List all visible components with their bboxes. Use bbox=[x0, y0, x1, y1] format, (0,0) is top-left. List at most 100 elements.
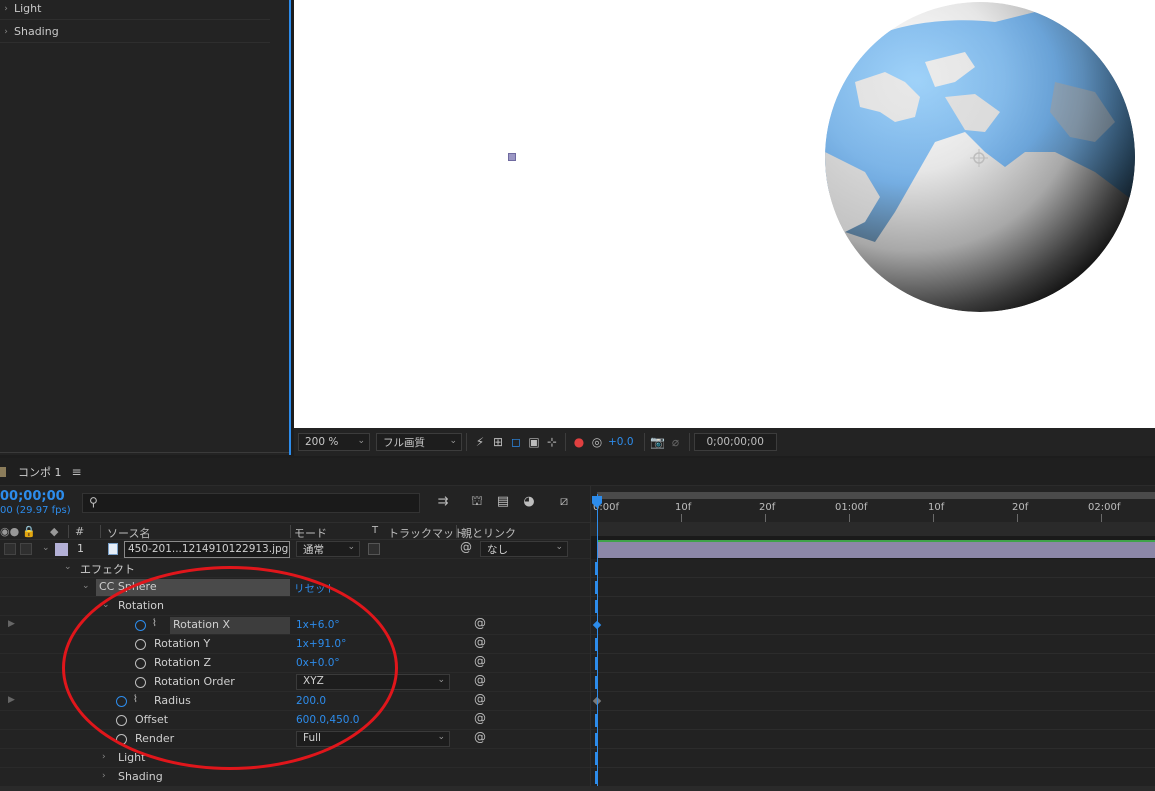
anchor-point-handle[interactable] bbox=[508, 153, 516, 161]
zoom-select[interactable]: 200 % ⌄ bbox=[298, 433, 370, 451]
search-icon: ⚲ bbox=[89, 495, 98, 509]
timeline-graph-area[interactable]: 0:00f 10f 20f 01:00f 10f 20f 02:00f bbox=[590, 486, 1155, 791]
reset-link[interactable]: リセット bbox=[294, 581, 336, 596]
graph-editor-icon[interactable]: ⧄ bbox=[555, 494, 573, 512]
mask-path-icon[interactable]: ◻ bbox=[507, 433, 525, 451]
track-light bbox=[591, 749, 1155, 768]
channels-icon[interactable]: ● bbox=[570, 433, 588, 451]
property-value[interactable]: 200.0 bbox=[296, 695, 326, 707]
property-label: Shading bbox=[118, 770, 163, 783]
ruler-label: 02:00f bbox=[1088, 502, 1121, 513]
exposure-value[interactable]: +0.0 bbox=[608, 436, 634, 448]
chevron-right-icon[interactable]: › bbox=[0, 27, 12, 37]
property-highlight[interactable]: Rotation X bbox=[170, 617, 290, 634]
property-row-rotation-z[interactable]: Rotation Z 0x+0.0° @ bbox=[0, 654, 590, 673]
pickwhip-icon[interactable]: @ bbox=[474, 635, 486, 649]
stopwatch-icon[interactable] bbox=[116, 696, 127, 707]
property-row-radius[interactable]: ▶ ⌇ Radius 200.0 @ bbox=[0, 692, 590, 711]
layer-name-field[interactable]: 450-201...1214910122913.jpg bbox=[124, 541, 290, 558]
keyframe-nav-icon[interactable]: ▶ bbox=[8, 695, 15, 705]
effects-group-row[interactable]: ⌄ エフェクト bbox=[0, 559, 590, 578]
show-snapshot-icon[interactable]: ⌀ bbox=[667, 433, 685, 451]
stopwatch-icon[interactable] bbox=[116, 734, 127, 745]
chevron-right-icon[interactable]: › bbox=[0, 4, 12, 14]
render-select[interactable]: Full ⌄ bbox=[296, 731, 450, 747]
property-row-render[interactable]: Render Full ⌄ @ bbox=[0, 730, 590, 749]
pickwhip-icon[interactable]: @ bbox=[474, 673, 486, 687]
exposure-reset-icon[interactable]: ◎ bbox=[588, 433, 606, 451]
chevron-down-icon[interactable]: ⌄ bbox=[82, 581, 90, 591]
transparency-grid-icon[interactable]: ⊞ bbox=[489, 433, 507, 451]
pickwhip-icon[interactable]: @ bbox=[474, 616, 486, 630]
track-matte-toggle[interactable] bbox=[368, 543, 380, 555]
col-parent[interactable]: 親とリンク bbox=[461, 525, 516, 541]
guides-icon[interactable]: ⊹ bbox=[543, 433, 561, 451]
chevron-down-icon[interactable]: ⌄ bbox=[64, 562, 72, 572]
layer-search-input[interactable]: ⚲ bbox=[82, 493, 420, 513]
col-mode[interactable]: モード bbox=[294, 525, 327, 541]
effect-row-cc-sphere[interactable]: ⌄ CC Sphere リセット bbox=[0, 578, 590, 597]
property-group-light[interactable]: › Light bbox=[0, 749, 590, 768]
stopwatch-icon[interactable] bbox=[116, 715, 127, 726]
property-value[interactable]: 1x+6.0° bbox=[296, 619, 340, 631]
property-row-rotation-x[interactable]: ▶ ⌇ Rotation X 1x+6.0° @ bbox=[0, 616, 590, 635]
chevron-down-icon: ⌄ bbox=[347, 542, 355, 552]
rotation-order-select[interactable]: XYZ ⌄ bbox=[296, 674, 450, 690]
col-source-name[interactable]: ソース名 bbox=[107, 525, 150, 541]
stopwatch-icon[interactable] bbox=[135, 677, 146, 688]
left-item-shading[interactable]: › Shading bbox=[0, 21, 270, 43]
crosshair-icon[interactable] bbox=[970, 149, 988, 167]
camera-icon[interactable]: 📷 bbox=[649, 433, 667, 451]
layer-duration-bar[interactable] bbox=[597, 540, 1155, 558]
chevron-right-icon[interactable]: › bbox=[102, 771, 106, 781]
region-of-interest-icon[interactable]: ▣ bbox=[525, 433, 543, 451]
chevron-down-icon[interactable]: ⌄ bbox=[42, 543, 50, 553]
pickwhip-icon[interactable]: @ bbox=[474, 711, 486, 725]
shy-layers-icon[interactable]: ⛫ bbox=[468, 494, 486, 512]
property-group-shading[interactable]: › Shading bbox=[0, 768, 590, 787]
solo-switch[interactable] bbox=[20, 543, 32, 555]
property-row-offset[interactable]: Offset 600.0,450.0 @ bbox=[0, 711, 590, 730]
left-item-light[interactable]: › Light bbox=[0, 0, 270, 20]
stopwatch-icon[interactable] bbox=[135, 639, 146, 650]
graph-icon[interactable]: ⌇ bbox=[152, 618, 157, 629]
pickwhip-icon[interactable]: @ bbox=[474, 692, 486, 706]
panel-menu-icon[interactable]: ≡ bbox=[72, 465, 82, 479]
video-switch[interactable] bbox=[4, 543, 16, 555]
composition-viewer[interactable] bbox=[294, 0, 1155, 428]
pickwhip-icon[interactable]: @ bbox=[460, 540, 472, 554]
keyframe-nav-icon[interactable]: ▶ bbox=[8, 619, 15, 629]
pickwhip-icon[interactable]: @ bbox=[474, 730, 486, 744]
resolution-select[interactable]: フル画質 ⌄ bbox=[376, 433, 462, 451]
current-time[interactable]: 00;00;00 bbox=[0, 489, 65, 504]
graph-icon[interactable]: ⌇ bbox=[133, 694, 138, 705]
ruler-tick bbox=[1017, 514, 1018, 522]
composition-flow-icon[interactable]: ⇉ bbox=[434, 494, 452, 512]
property-row-rotation-order[interactable]: Rotation Order XYZ ⌄ @ bbox=[0, 673, 590, 692]
mode-select[interactable]: 通常 ⌄ bbox=[296, 541, 360, 557]
layer-row-1[interactable]: ⌄ 1 450-201...1214910122913.jpg 通常 ⌄ @ な… bbox=[0, 540, 590, 559]
col-track-matte[interactable]: トラックマット bbox=[388, 525, 465, 541]
stopwatch-icon[interactable] bbox=[135, 658, 146, 669]
layer-label-color[interactable] bbox=[55, 543, 68, 556]
parent-select[interactable]: なし ⌄ bbox=[480, 541, 568, 557]
fast-preview-icon[interactable]: ⚡ bbox=[471, 433, 489, 451]
stopwatch-icon[interactable] bbox=[135, 620, 146, 631]
viewer-timecode[interactable]: 0;00;00;00 bbox=[693, 433, 777, 451]
work-area-bar[interactable] bbox=[597, 492, 1155, 499]
time-ruler[interactable]: 0:00f 10f 20f 01:00f 10f 20f 02:00f bbox=[591, 486, 1155, 522]
frame-blending-icon[interactable]: ▤ bbox=[494, 494, 512, 512]
property-value[interactable]: 0x+0.0° bbox=[296, 657, 340, 669]
motion-blur-icon[interactable]: ◕ bbox=[520, 494, 538, 512]
property-row-rotation-y[interactable]: Rotation Y 1x+91.0° @ bbox=[0, 635, 590, 654]
rotation-group-row[interactable]: ⌄ Rotation bbox=[0, 597, 590, 616]
playhead-line[interactable] bbox=[597, 494, 598, 791]
chevron-right-icon[interactable]: › bbox=[102, 752, 106, 762]
property-value[interactable]: 1x+91.0° bbox=[296, 638, 346, 650]
property-value[interactable]: 600.0,450.0 bbox=[296, 714, 359, 726]
chevron-down-icon[interactable]: ⌄ bbox=[102, 600, 110, 610]
layer-number: 1 bbox=[77, 542, 84, 555]
effect-name-highlight[interactable]: CC Sphere bbox=[96, 579, 290, 596]
tab-comp-1[interactable]: コンポ 1 bbox=[18, 464, 62, 480]
pickwhip-icon[interactable]: @ bbox=[474, 654, 486, 668]
